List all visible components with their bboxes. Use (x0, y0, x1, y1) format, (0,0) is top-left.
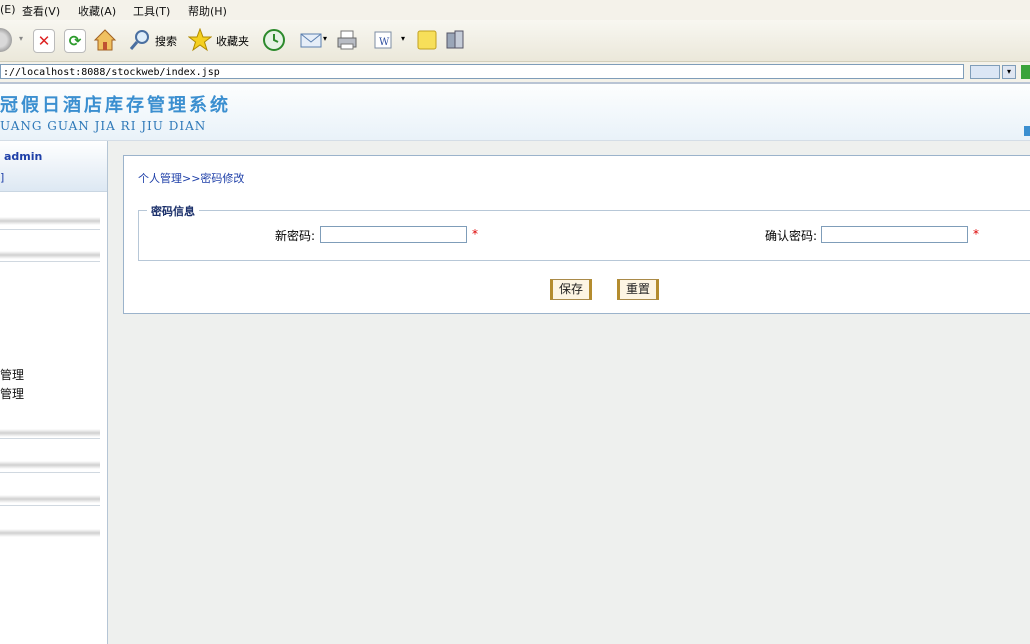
toolbar: ▾ ✕ ⟳ 搜索 收藏夹 ▾ W ▾ (0, 20, 1030, 62)
fieldset-legend: 密码信息 (147, 203, 199, 219)
menu-edit[interactable]: (E) (0, 3, 16, 16)
svg-text:W: W (379, 37, 390, 48)
print-icon[interactable] (335, 28, 359, 52)
nav-separator (0, 461, 100, 469)
confirm-password-label: 确认密码: (765, 229, 818, 243)
new-password-label: 新密码: (275, 229, 316, 243)
menu-tools[interactable]: 工具(T) (133, 3, 170, 19)
nav-separator (0, 251, 100, 259)
menu-bar: (E) 查看(V) 收藏(A) 工具(T) 帮助(H) (0, 0, 1030, 20)
new-password-input[interactable] (320, 226, 467, 243)
research-icon[interactable] (444, 28, 468, 52)
nav-divider (0, 505, 100, 506)
nav-divider (0, 438, 100, 439)
menu-help[interactable]: 帮助(H) (188, 3, 227, 19)
favorites-label[interactable]: 收藏夹 (216, 33, 249, 49)
save-button[interactable]: 保存 (550, 279, 592, 300)
address-bar: ://localhost:8088/stockweb/index.jsp ▾ (0, 62, 1030, 84)
address-dropdown-icon[interactable]: ▾ (1002, 65, 1016, 79)
nav-divider (0, 229, 100, 230)
refresh-icon[interactable]: ⟳ (64, 29, 86, 53)
left-nav-panel: admin ] 管理 管理 (0, 141, 108, 644)
edit-word-icon[interactable]: W (372, 28, 396, 52)
forward-icon[interactable] (0, 28, 12, 52)
address-input[interactable]: ://localhost:8088/stockweb/index.jsp (0, 64, 964, 79)
edit-dropdown-icon[interactable]: ▾ (401, 34, 405, 43)
page-header: 冠假日酒店库存管理系统 UANG GUAN JIA RI JIU DIAN (0, 84, 1030, 141)
password-fieldset: 密码信息 新密码: * 确认密码: * (138, 203, 1030, 261)
favorites-star-icon[interactable] (187, 27, 213, 52)
nav-divider (0, 472, 100, 473)
nav-separator (0, 429, 100, 437)
username: admin (4, 150, 43, 163)
nav-separator (0, 529, 100, 537)
search-label[interactable]: 搜索 (155, 33, 177, 49)
nav-separator (0, 217, 100, 225)
notes-icon[interactable] (415, 28, 439, 52)
mail-icon[interactable] (299, 28, 323, 52)
go-icon[interactable] (1021, 65, 1030, 79)
menu-view[interactable]: 查看(V) (22, 3, 60, 19)
history-icon[interactable] (262, 28, 286, 52)
nav-item-2[interactable]: 管理 (0, 385, 24, 402)
nav-separator (0, 495, 100, 503)
nav-divider (0, 261, 100, 262)
user-box: admin ] (0, 141, 107, 192)
home-icon[interactable] (93, 28, 117, 52)
reset-button[interactable]: 重置 (617, 279, 659, 300)
confirm-password-input[interactable] (821, 226, 968, 243)
search-icon[interactable] (128, 28, 152, 52)
breadcrumb: 个人管理>>密码修改 (138, 172, 245, 185)
menu-favorites[interactable]: 收藏(A) (78, 3, 116, 19)
site-title: 冠假日酒店库存管理系统 (0, 95, 231, 116)
stop-icon[interactable]: ✕ (33, 29, 55, 53)
compat-view-icon[interactable] (970, 65, 1000, 79)
user-link[interactable]: ] (0, 171, 4, 184)
nav-item-1[interactable]: 管理 (0, 366, 24, 383)
mail-dropdown-icon[interactable]: ▾ (323, 34, 327, 43)
main-panel: 个人管理>>密码修改 密码信息 新密码: * 确认密码: * 保存 重置 (123, 155, 1030, 314)
confirm-password-required-mark: * (973, 227, 979, 241)
forward-dropdown-icon[interactable]: ▾ (19, 34, 23, 43)
site-subtitle: UANG GUAN JIA RI JIU DIAN (0, 119, 207, 133)
new-password-required-mark: * (472, 227, 478, 241)
header-link-fragment[interactable] (1024, 126, 1030, 136)
